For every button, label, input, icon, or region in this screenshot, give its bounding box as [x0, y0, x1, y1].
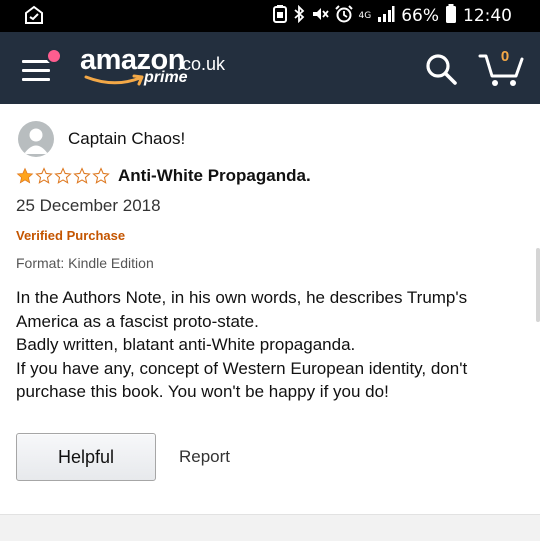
verified-purchase-badge: Verified Purchase — [16, 228, 126, 243]
user-silhouette-icon — [24, 128, 48, 154]
battery-percent: 66% — [401, 6, 439, 26]
menu-button[interactable] — [22, 48, 62, 84]
hamburger-line — [22, 69, 50, 72]
app-header: amazon .co.uk prime 0 — [0, 32, 540, 104]
avatar — [18, 121, 54, 157]
helpful-button[interactable]: Helpful — [16, 433, 156, 481]
review-body: In the Authors Note, in his own words, h… — [16, 286, 521, 404]
hamburger-icon — [22, 60, 50, 63]
network-type: 4G — [358, 10, 372, 21]
report-link[interactable]: Report — [179, 447, 230, 467]
rating-row: Anti-White Propaganda. — [16, 166, 311, 186]
scrollbar[interactable] — [536, 248, 540, 322]
hamburger-line — [22, 78, 50, 81]
notification-dot — [46, 48, 62, 64]
review-body-line: America as a fascist proto-state. — [16, 311, 259, 331]
reviewer-name: Captain Chaos! — [68, 129, 186, 148]
battery-icon — [445, 4, 457, 28]
star-empty-icon — [73, 167, 91, 184]
review-body-line: Badly written, blatant anti-White propag… — [16, 335, 356, 354]
review-body-line: purchase this book. You won't be happy i… — [16, 382, 389, 401]
alarm-icon — [334, 5, 353, 27]
star-empty-icon — [92, 167, 110, 184]
review-date: 25 December 2018 — [16, 196, 161, 215]
signal-icon — [377, 5, 395, 27]
bluetooth-icon — [293, 4, 305, 27]
reviewer[interactable]: Captain Chaos! — [18, 120, 185, 158]
clock: 12:40 — [463, 6, 512, 26]
star-rating — [16, 167, 110, 185]
cart-count: 0 — [500, 48, 510, 65]
star-filled-icon — [16, 167, 34, 184]
mute-icon — [311, 5, 329, 27]
section-divider — [0, 514, 540, 541]
star-empty-icon — [35, 167, 53, 184]
search-button[interactable] — [424, 52, 458, 86]
review-title: Anti-White Propaganda. — [118, 166, 311, 185]
status-bar: 4G 66% 12:40 — [0, 0, 540, 32]
search-icon — [426, 54, 457, 85]
amazon-prime-logo[interactable]: amazon .co.uk prime — [80, 44, 230, 90]
notification-icon — [24, 5, 44, 29]
logo-prime: prime — [144, 69, 188, 86]
review-body-line: In the Authors Note, in his own words, h… — [16, 288, 468, 307]
battery-saver-icon — [272, 5, 287, 27]
format-label: Format: Kindle Edition — [16, 255, 154, 271]
cart-button[interactable]: 0 — [478, 48, 524, 88]
smile-arrow-icon — [84, 74, 144, 86]
star-empty-icon — [54, 167, 72, 184]
review-body-line: If you have any, concept of Western Euro… — [16, 358, 468, 378]
